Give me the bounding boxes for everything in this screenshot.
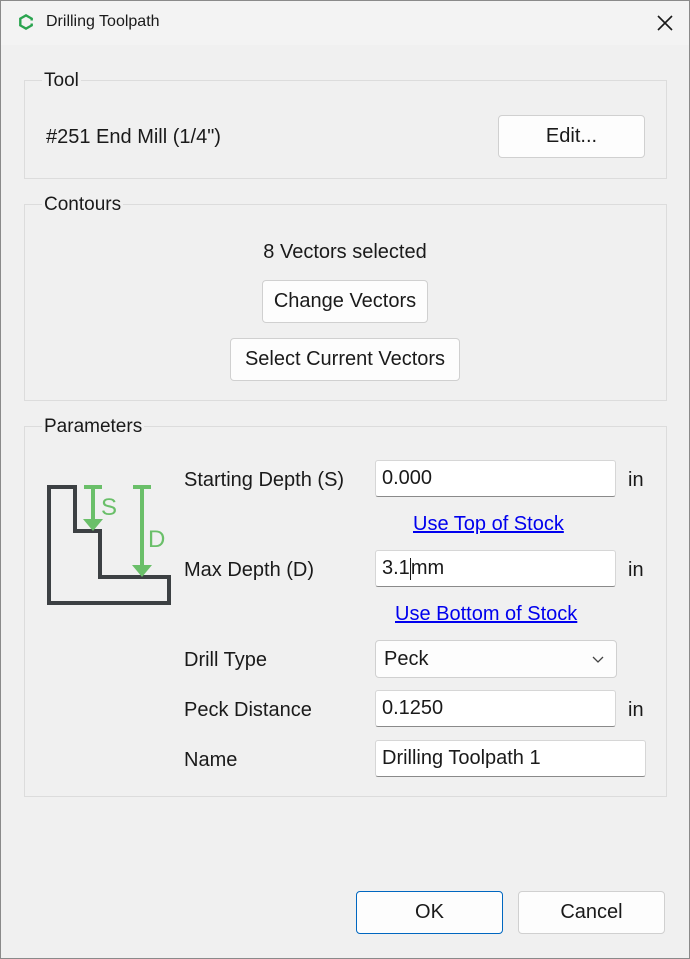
starting-depth-unit: in (628, 469, 644, 491)
app-logo-icon (19, 14, 33, 30)
starting-depth-value: 0.000 (382, 467, 433, 489)
window-title: Drilling Toolpath (46, 13, 160, 30)
drill-type-value: Peck (384, 647, 429, 670)
max-depth-unit: in (628, 559, 644, 581)
toolpath-name-label: Name (184, 749, 238, 771)
change-vectors-button[interactable]: Change Vectors (262, 280, 428, 323)
use-top-of-stock-link[interactable]: Use Top of Stock (413, 513, 564, 536)
edit-tool-button[interactable]: Edit... (498, 115, 645, 158)
tool-group-title: Tool (42, 70, 81, 92)
s-label: S (101, 494, 117, 521)
drill-type-select[interactable]: Peck (375, 640, 617, 678)
starting-depth-label: Starting Depth (S) (184, 469, 345, 491)
dialog-window: Drilling Toolpath Tool #251 End Mill (1/… (0, 0, 690, 959)
max-depth-value-before-caret: 3.1 (382, 557, 410, 579)
parameters-group-title: Parameters (42, 416, 145, 438)
close-button[interactable] (641, 1, 689, 45)
cancel-button[interactable]: Cancel (518, 891, 665, 934)
contours-group-title: Contours (42, 194, 124, 216)
max-depth-input[interactable]: 3.1 mm (375, 550, 616, 587)
tool-name: #251 End Mill (1/4") (46, 126, 221, 148)
max-depth-value-after-caret: mm (410, 557, 445, 579)
vectors-selected-status: 8 Vectors selected (263, 241, 427, 263)
max-depth-label: Max Depth (D) (184, 559, 315, 581)
title-bar: Drilling Toolpath (1, 1, 689, 45)
depth-diagram-icon: S D (47, 485, 171, 605)
drill-type-label: Drill Type (184, 649, 267, 671)
starting-depth-input[interactable]: 0.000 (375, 460, 616, 497)
close-icon (657, 15, 673, 31)
peck-distance-value: 0.1250 (382, 697, 444, 719)
use-bottom-of-stock-link[interactable]: Use Bottom of Stock (395, 603, 577, 626)
peck-distance-unit: in (628, 699, 644, 721)
d-label: D (148, 526, 165, 553)
chevron-down-icon (592, 656, 604, 663)
peck-distance-input[interactable]: 0.1250 (375, 690, 616, 727)
ok-button[interactable]: OK (356, 891, 503, 934)
toolpath-name-input[interactable]: Drilling Toolpath 1 (375, 740, 646, 777)
select-current-vectors-button[interactable]: Select Current Vectors (230, 338, 460, 381)
peck-distance-label: Peck Distance (184, 699, 312, 721)
toolpath-name-value: Drilling Toolpath 1 (382, 747, 541, 769)
